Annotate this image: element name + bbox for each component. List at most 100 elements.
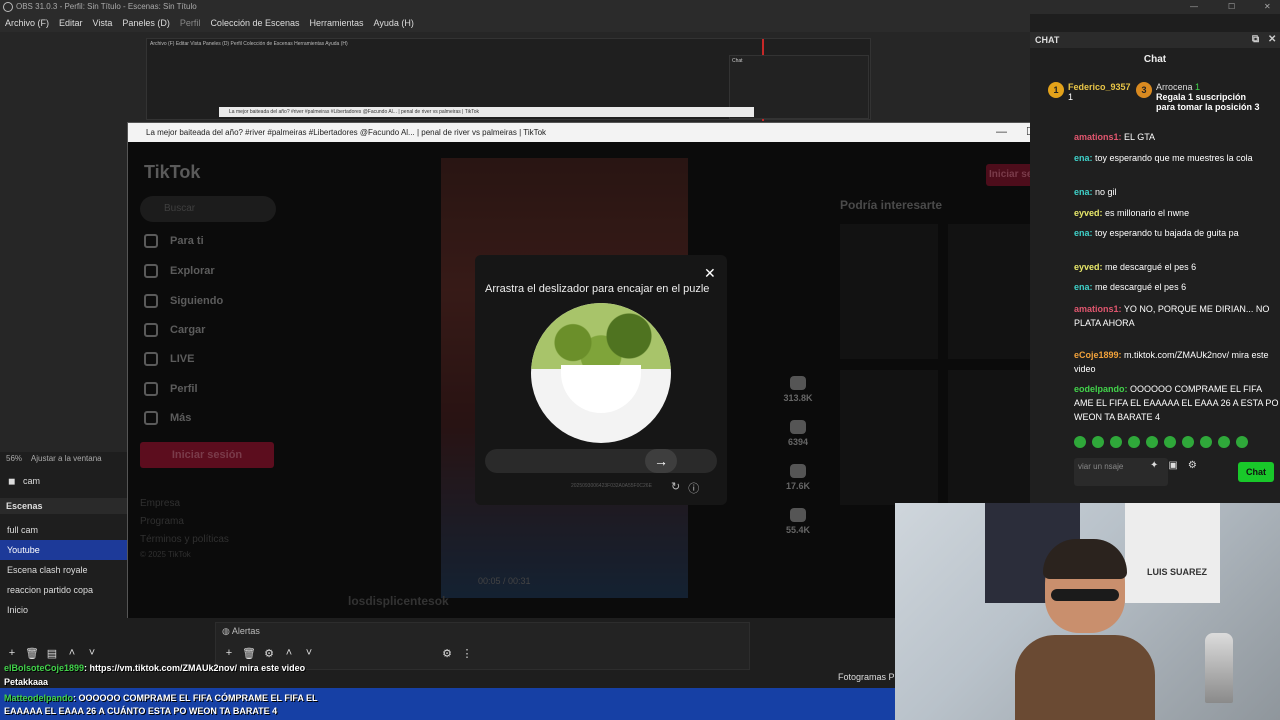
menu-archivo[interactable]: Archivo (F) xyxy=(5,18,49,28)
minimize-icon[interactable]: — xyxy=(1190,0,1198,14)
chat-username[interactable]: ena: xyxy=(1074,153,1093,163)
menu-perfil[interactable]: Perfil xyxy=(180,18,201,28)
menu-paneles[interactable]: Paneles (D) xyxy=(122,18,170,28)
emote-icon[interactable] xyxy=(1128,436,1140,448)
scene-item[interactable]: Inicio xyxy=(0,600,127,620)
overlay-user: Matteodelpando xyxy=(4,693,73,703)
scene-item[interactable]: Escena clash royale xyxy=(0,560,127,580)
chat-send-button[interactable]: Chat xyxy=(1238,462,1274,482)
chat-message: ena: no gil xyxy=(1074,185,1280,199)
filter-icon[interactable]: ▤ xyxy=(45,647,59,660)
gear-icon[interactable]: ⚙ xyxy=(262,647,276,660)
up-icon[interactable]: ˄ xyxy=(282,647,296,660)
nav-label: Siguiendo xyxy=(170,295,224,307)
chat-username[interactable]: amations1: xyxy=(1074,132,1122,142)
comment-stat[interactable]: 6394 xyxy=(778,420,818,447)
scene-item[interactable]: full cam xyxy=(0,520,127,540)
source-row[interactable]: ◼ cam xyxy=(0,472,127,490)
nav-explorar[interactable]: Explorar xyxy=(144,264,215,278)
fotogramas-label: Fotogramas P xyxy=(838,672,895,682)
undock-icon[interactable]: ⧉ xyxy=(1252,32,1259,48)
info-icon[interactable]: ⓘ xyxy=(688,480,699,496)
bits-icon[interactable]: ✦ xyxy=(1150,460,1158,471)
chat-username[interactable]: eCoje1899: xyxy=(1074,350,1122,360)
chat-username[interactable]: eyved: xyxy=(1074,262,1103,272)
like-stat[interactable]: 313.8K xyxy=(778,376,818,403)
chat-username[interactable]: amations1: xyxy=(1074,304,1122,314)
menu-editar[interactable]: Editar xyxy=(59,18,83,28)
emote-icon[interactable] xyxy=(1110,436,1122,448)
video-username[interactable]: losdisplicentesok xyxy=(348,594,449,608)
tiktok-logo[interactable]: TikTok xyxy=(144,162,200,183)
close-icon[interactable]: ✕ xyxy=(1264,0,1271,14)
menu-dots-icon[interactable]: ⋮ xyxy=(460,647,474,660)
gift-slot: 3 Arrocena 1 Regala 1 suscripción para t… xyxy=(1136,82,1266,112)
footer-programa[interactable]: Programa xyxy=(140,516,184,527)
browser-minimize-icon[interactable]: — xyxy=(996,123,1007,142)
emote-icon[interactable] xyxy=(1092,436,1104,448)
trash-icon[interactable]: 🗑 xyxy=(242,647,256,660)
scene-item-selected[interactable]: Youtube xyxy=(0,540,127,560)
settings-icon[interactable]: ⚙ xyxy=(440,647,454,660)
login-button[interactable]: Iniciar sesión xyxy=(140,442,274,468)
nav-live[interactable]: LIVE xyxy=(144,352,194,366)
chat-message: ena: toy esperando que me muestres la co… xyxy=(1074,151,1280,165)
emote-icon[interactable] xyxy=(1236,436,1248,448)
nav-perfil[interactable]: Perfil xyxy=(144,382,198,396)
emote-icon[interactable] xyxy=(1074,436,1086,448)
scenes-header: Escenas xyxy=(0,498,127,514)
down-icon[interactable]: ˅ xyxy=(85,647,99,660)
menu-vista[interactable]: Vista xyxy=(93,18,113,28)
up-icon[interactable]: ˄ xyxy=(65,647,79,660)
home-icon xyxy=(144,234,158,248)
emote-icon[interactable] xyxy=(1164,436,1176,448)
chat-username[interactable]: eyved: xyxy=(1074,208,1103,218)
suggest-thumb[interactable] xyxy=(840,224,938,359)
chat-username[interactable]: ena: xyxy=(1074,228,1093,238)
save-count: 17.6K xyxy=(785,481,811,491)
scene-item[interactable]: reaccion partido copa xyxy=(0,580,127,600)
emote-icon[interactable] xyxy=(1146,436,1158,448)
slider-handle[interactable]: → xyxy=(645,449,677,473)
overlay-chat-line: elBolsoteCoje1899: https://vm.tiktok.com… xyxy=(4,663,305,673)
nested-obs-preview: Archivo (F) Editar Vista Paneles (D) Per… xyxy=(146,38,871,121)
zoom-mode[interactable]: Ajustar a la ventana xyxy=(31,454,102,463)
store-icon[interactable]: ▣ xyxy=(1168,460,1177,471)
captcha-code: 2025093006423F032A0A55F0C26E xyxy=(571,483,652,489)
menu-coleccion[interactable]: Colección de Escenas xyxy=(210,18,299,28)
nav-siguiendo[interactable]: Siguiendo xyxy=(144,294,223,308)
overlay-text: : https://vm.tiktok.com/ZMAUk2nov/ mira … xyxy=(84,663,306,673)
slider-track[interactable] xyxy=(485,449,717,473)
trash-icon[interactable]: 🗑 xyxy=(25,647,39,660)
search-input[interactable]: Buscar xyxy=(140,196,276,222)
down-icon[interactable]: ˅ xyxy=(302,647,316,660)
suggest-thumb[interactable] xyxy=(840,370,938,505)
menu-ayuda[interactable]: Ayuda (H) xyxy=(374,18,414,28)
refresh-icon[interactable]: ↻ xyxy=(671,480,680,496)
save-stat[interactable]: 17.6K xyxy=(778,464,818,491)
add-icon[interactable]: + xyxy=(222,647,236,660)
chat-username[interactable]: ena: xyxy=(1074,282,1093,292)
menu-herramientas[interactable]: Herramientas xyxy=(310,18,364,28)
maximize-icon[interactable]: ☐ xyxy=(1228,0,1235,14)
close-icon[interactable]: ✕ xyxy=(1268,32,1276,48)
chat-username[interactable]: ena: xyxy=(1074,187,1093,197)
nav-cargar[interactable]: Cargar xyxy=(144,323,205,337)
chat-header: Chat xyxy=(1143,54,1167,65)
chat-text: toy esperando que me muestres la cola xyxy=(1092,153,1253,163)
nav-mas[interactable]: Más xyxy=(144,411,191,425)
gear-icon[interactable]: ⚙ xyxy=(1188,460,1197,471)
footer-empresa[interactable]: Empresa xyxy=(140,498,180,509)
close-icon[interactable]: ✕ xyxy=(704,265,716,282)
emote-icon[interactable] xyxy=(1218,436,1230,448)
nav-para-ti[interactable]: Para ti xyxy=(144,234,204,248)
emote-icon[interactable] xyxy=(1182,436,1194,448)
source-alertas[interactable]: ◍ Alertas xyxy=(222,626,260,637)
nav-label: LIVE xyxy=(170,353,195,365)
share-stat[interactable]: 55.4K xyxy=(778,508,818,535)
footer-terminos[interactable]: Términos y políticas xyxy=(140,534,229,545)
add-icon[interactable]: + xyxy=(5,647,19,660)
chat-username[interactable]: eodelpando: xyxy=(1074,384,1128,394)
webcam-feed: LUIS SUAREZ xyxy=(895,503,1280,720)
emote-icon[interactable] xyxy=(1200,436,1212,448)
